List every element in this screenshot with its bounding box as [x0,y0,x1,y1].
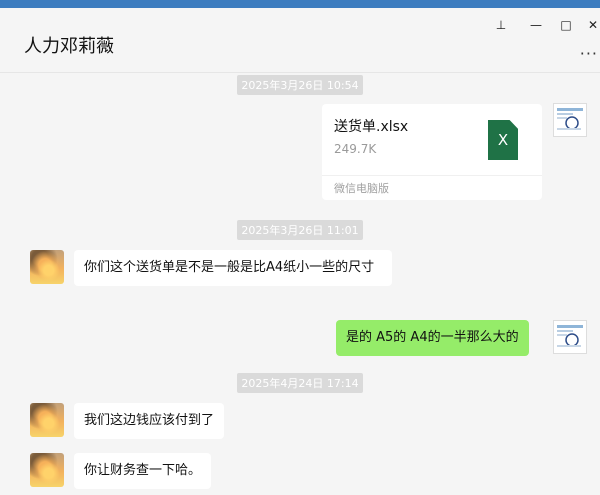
more-options-icon[interactable]: ··· [580,44,598,63]
timestamp: 2025年3月26日 10:54 [0,74,600,95]
self-avatar-image [557,325,583,347]
contact-avatar[interactable] [30,453,64,487]
file-message-card[interactable]: 送货单.xlsx 249.7K X 微信电脑版 [322,104,542,200]
maximize-button[interactable]: □ [555,16,577,34]
timestamp: 2025年4月24日 17:14 [0,372,600,393]
timestamp-label: 2025年3月26日 11:01 [237,220,363,240]
timestamp: 2025年3月26日 11:01 [0,219,600,240]
self-avatar-image [557,108,583,130]
file-size: 249.7K [334,142,377,156]
minimize-button[interactable]: — [525,16,547,34]
contact-avatar[interactable] [30,403,64,437]
outgoing-message: 是的 A5的 A4的一半那么大的 [336,320,529,356]
excel-file-icon: X [488,120,518,160]
timestamp-label: 2025年3月26日 10:54 [237,75,363,95]
pin-icon[interactable]: ⊥ [490,16,512,34]
close-button[interactable]: ✕ [582,16,600,34]
incoming-message: 你让财务查一下哈。 [74,453,212,489]
timestamp-label: 2025年4月24日 17:14 [237,373,363,393]
file-name: 送货单.xlsx [334,119,409,135]
incoming-message: 我们这边钱应该付到了 [74,403,225,439]
file-source: 微信电脑版 [334,182,389,195]
self-avatar[interactable] [553,320,587,354]
window-accent-bar [0,0,600,8]
file-divider [322,175,542,176]
contact-avatar[interactable] [30,250,64,284]
incoming-message: 你们这个送货单是不是一般是比A4纸小一些的尺寸 [74,250,392,286]
self-avatar[interactable] [553,103,587,137]
chat-title: 人力邓莉薇 [24,36,114,57]
chat-header: 人力邓莉薇 ⊥ — □ ✕ ··· [0,8,600,73]
